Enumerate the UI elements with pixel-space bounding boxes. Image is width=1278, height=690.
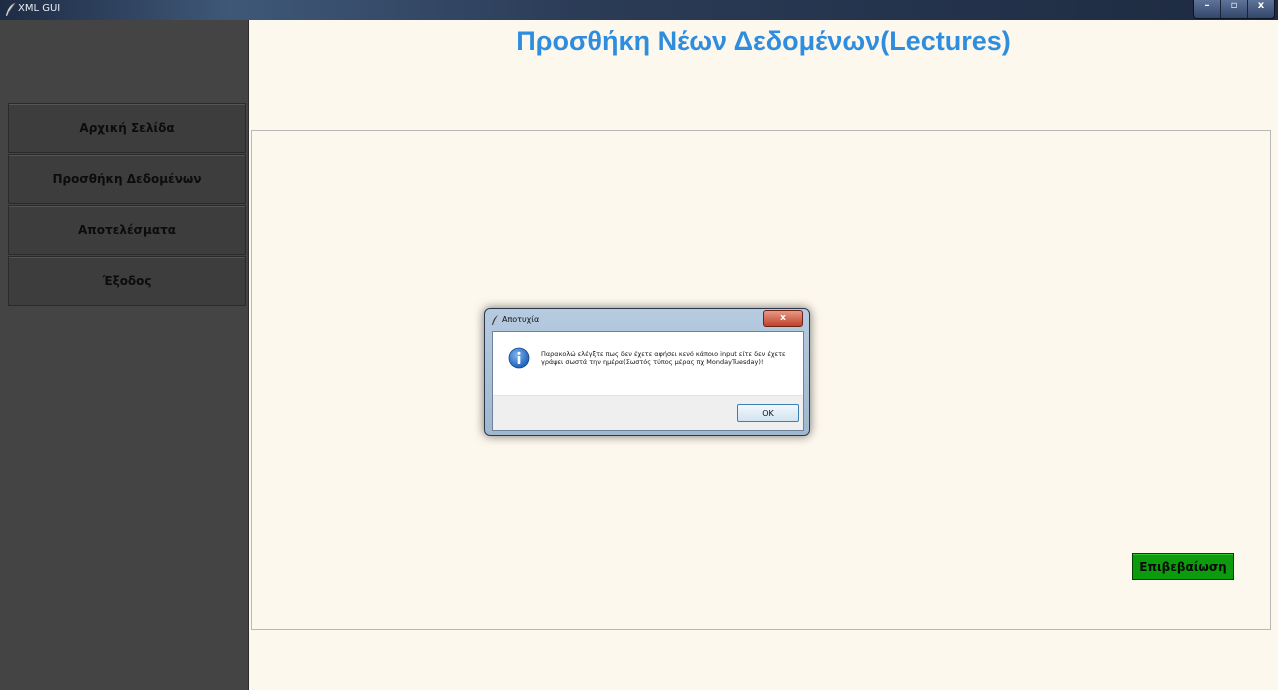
maximize-button[interactable]: ▫ (1221, 0, 1248, 18)
error-dialog: Αποτυχία x Παρακολώ ελέγξτε πως δεν έχετ… (484, 308, 810, 436)
feather-icon (492, 315, 498, 325)
close-button[interactable]: x (1248, 0, 1274, 18)
sidebar-item-results[interactable]: Αποτελέσματα (8, 205, 246, 255)
dialog-body: Παρακολώ ελέγξτε πως δεν έχετε αφήσει κε… (492, 331, 804, 431)
sidebar-item-home[interactable]: Αρχική Σελίδα (8, 103, 246, 153)
sidebar: Αρχική Σελίδα Προσθήκη Δεδομένων Αποτελέ… (0, 20, 249, 690)
minimize-button[interactable]: – (1194, 0, 1221, 18)
dialog-close-button[interactable]: x (763, 310, 803, 327)
window-titlebar: XML GUI – ▫ x (0, 0, 1278, 20)
confirm-button[interactable]: Επιβεβαίωση (1132, 553, 1234, 580)
window-title: XML GUI (18, 3, 61, 14)
dialog-footer: OK (493, 395, 803, 430)
window-controls: – ▫ x (1193, 0, 1275, 19)
dialog-titlebar: Αποτυχία x (485, 309, 809, 331)
sidebar-item-add-data[interactable]: Προσθήκη Δεδομένων (8, 154, 246, 204)
ok-button[interactable]: OK (737, 404, 799, 422)
feather-icon (6, 2, 16, 16)
dialog-title: Αποτυχία (502, 315, 540, 324)
dialog-message: Παρακολώ ελέγξτε πως δεν έχετε αφήσει κε… (541, 350, 786, 366)
info-icon (508, 347, 530, 369)
page-title: Προσθήκη Νέων Δεδομένων(Lectures) (516, 26, 1011, 56)
sidebar-item-exit[interactable]: Έξοδος (8, 256, 246, 306)
